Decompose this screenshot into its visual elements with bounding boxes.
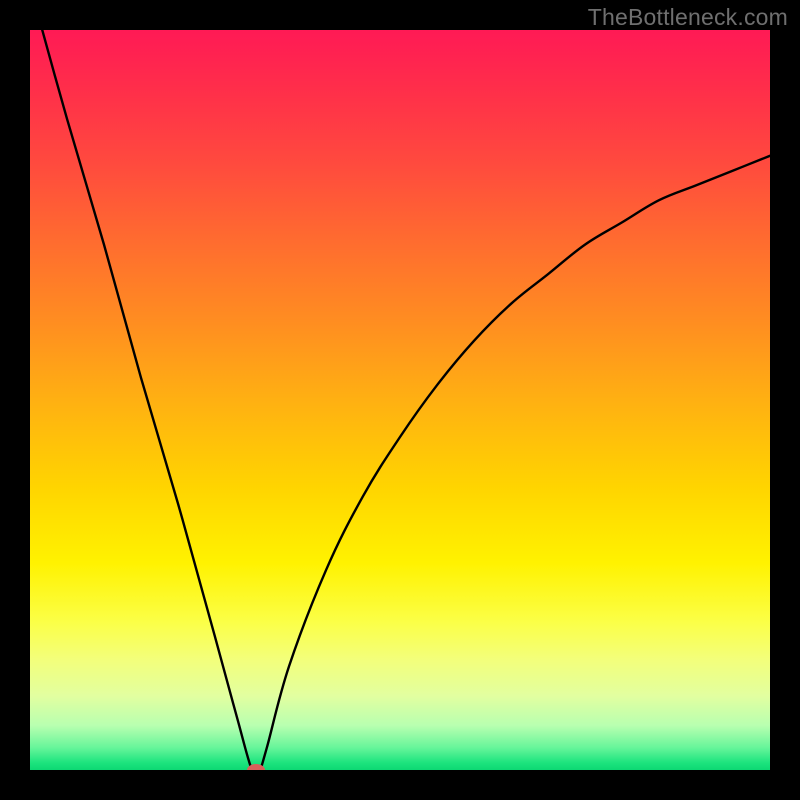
watermark-text: TheBottleneck.com (588, 4, 788, 31)
optimal-point-marker (247, 764, 265, 770)
bottleneck-curve (30, 30, 770, 770)
plot-area (30, 30, 770, 770)
chart-frame: TheBottleneck.com (0, 0, 800, 800)
